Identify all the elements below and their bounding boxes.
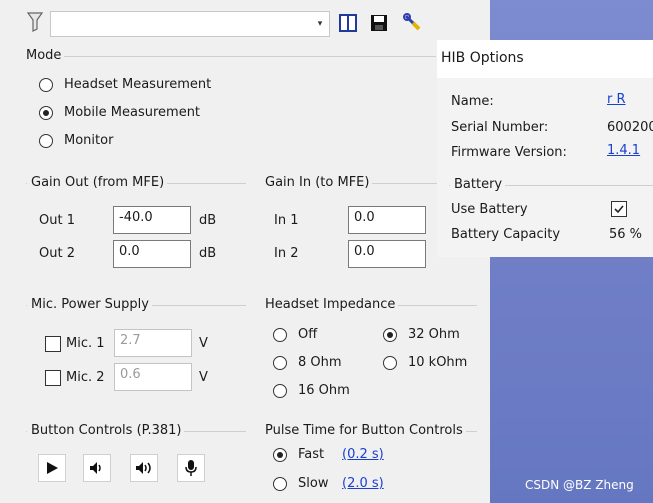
impedance-group-label: Headset Impedance xyxy=(261,297,399,312)
radio-headset-measurement[interactable] xyxy=(39,78,53,92)
button-controls-group-label: Button Controls (P.381) xyxy=(27,423,185,438)
out1-input[interactable]: -40.0 xyxy=(113,206,191,234)
out2-input[interactable]: 0.0 xyxy=(113,240,191,268)
radio-impedance-8[interactable] xyxy=(273,356,287,370)
volume-down-button[interactable] xyxy=(83,454,111,482)
mic2-value: 0.6 xyxy=(120,367,141,382)
radio-label-pulse-slow: Slow xyxy=(298,476,329,491)
mic2-unit: V xyxy=(199,370,208,385)
radio-label-headset-measurement: Headset Measurement xyxy=(64,77,212,92)
mic1-label: Mic. 1 xyxy=(66,336,105,351)
radio-label-pulse-fast: Fast xyxy=(298,447,325,462)
out2-value: 0.0 xyxy=(119,244,140,259)
mic2-checkbox[interactable] xyxy=(45,370,61,386)
save-icon[interactable] xyxy=(368,13,390,35)
hib-name-link[interactable]: r R xyxy=(607,92,626,107)
radio-pulse-slow[interactable] xyxy=(273,477,287,491)
hib-serial-value: 600200 xyxy=(607,120,653,135)
hib-firmware-label: Firmware Version: xyxy=(451,145,567,160)
radio-impedance-32[interactable] xyxy=(383,328,397,342)
microphone-button[interactable] xyxy=(177,454,205,482)
out1-value: -40.0 xyxy=(119,210,153,225)
hib-options-header: HIB Options xyxy=(437,40,653,78)
out2-unit: dB xyxy=(199,246,217,261)
out2-label: Out 2 xyxy=(39,246,75,261)
out1-unit: dB xyxy=(199,213,217,228)
hib-settings-panel: ▾ Mode Headset Measurement Mobile Measur… xyxy=(0,0,490,503)
pulse-slow-link[interactable]: (2.0 s) xyxy=(342,476,384,491)
in1-value: 0.0 xyxy=(354,210,375,225)
volume-down-icon xyxy=(90,462,101,474)
in2-value: 0.0 xyxy=(354,244,375,259)
use-battery-label: Use Battery xyxy=(451,202,528,217)
radio-mobile-measurement[interactable] xyxy=(39,106,53,120)
hib-options-title: HIB Options xyxy=(441,50,524,66)
mode-group-label: Mode xyxy=(22,48,65,63)
hib-name-label: Name: xyxy=(451,94,494,109)
volume-up-icon xyxy=(136,462,151,474)
hib-serial-label: Serial Number: xyxy=(451,120,549,135)
in1-input[interactable]: 0.0 xyxy=(348,206,426,234)
in2-label: In 2 xyxy=(274,246,299,261)
radio-label-impedance-16: 16 Ohm xyxy=(298,383,350,398)
radio-label-monitor: Monitor xyxy=(64,133,114,148)
battery-group-label: Battery xyxy=(450,177,506,192)
hib-firmware-link[interactable]: 1.4.1 xyxy=(607,143,640,158)
mic1-unit: V xyxy=(199,336,208,351)
wrench-icon[interactable] xyxy=(402,12,424,34)
mic-power-group-label: Mic. Power Supply xyxy=(27,297,152,312)
checkmark-icon xyxy=(614,205,624,214)
out1-label: Out 1 xyxy=(39,213,75,228)
volume-up-button[interactable] xyxy=(130,454,158,482)
pulse-fast-link[interactable]: (0.2 s) xyxy=(342,447,384,462)
microphone-icon xyxy=(185,460,197,476)
mic1-checkbox[interactable] xyxy=(45,336,61,352)
chevron-down-icon[interactable]: ▾ xyxy=(314,17,326,31)
play-icon xyxy=(47,462,58,474)
in1-label: In 1 xyxy=(274,213,299,228)
mic2-input[interactable]: 0.6 xyxy=(114,363,192,391)
columns-icon[interactable] xyxy=(337,13,359,35)
radio-label-impedance-32: 32 Ohm xyxy=(408,327,460,342)
battery-capacity-value: 56 % xyxy=(609,227,643,242)
mic1-input[interactable]: 2.7 xyxy=(114,329,192,357)
gain-in-group-label: Gain In (to MFE) xyxy=(261,175,373,190)
radio-impedance-16[interactable] xyxy=(273,384,287,398)
gain-out-group-label: Gain Out (from MFE) xyxy=(27,175,168,190)
in2-input[interactable]: 0.0 xyxy=(348,240,426,268)
radio-label-impedance-10k: 10 kOhm xyxy=(408,355,468,370)
mic2-label: Mic. 2 xyxy=(66,370,105,385)
radio-label-impedance-off: Off xyxy=(298,327,318,342)
watermark: CSDN @BZ Zheng xyxy=(525,478,634,492)
radio-pulse-fast[interactable] xyxy=(273,448,287,462)
mic1-value: 2.7 xyxy=(120,333,141,348)
battery-capacity-label: Battery Capacity xyxy=(451,227,561,242)
radio-label-impedance-8: 8 Ohm xyxy=(298,355,342,370)
toolbar-dropdown[interactable]: ▾ xyxy=(50,11,330,37)
radio-impedance-off[interactable] xyxy=(273,328,287,342)
play-button[interactable] xyxy=(38,454,66,482)
pulse-time-group-label: Pulse Time for Button Controls xyxy=(261,423,466,438)
radio-impedance-10k[interactable] xyxy=(383,356,397,370)
radio-monitor[interactable] xyxy=(39,134,53,148)
filter-icon[interactable] xyxy=(24,12,46,34)
radio-label-mobile-measurement: Mobile Measurement xyxy=(64,105,201,120)
use-battery-checkbox[interactable] xyxy=(611,201,627,217)
mode-group-line xyxy=(26,56,436,57)
